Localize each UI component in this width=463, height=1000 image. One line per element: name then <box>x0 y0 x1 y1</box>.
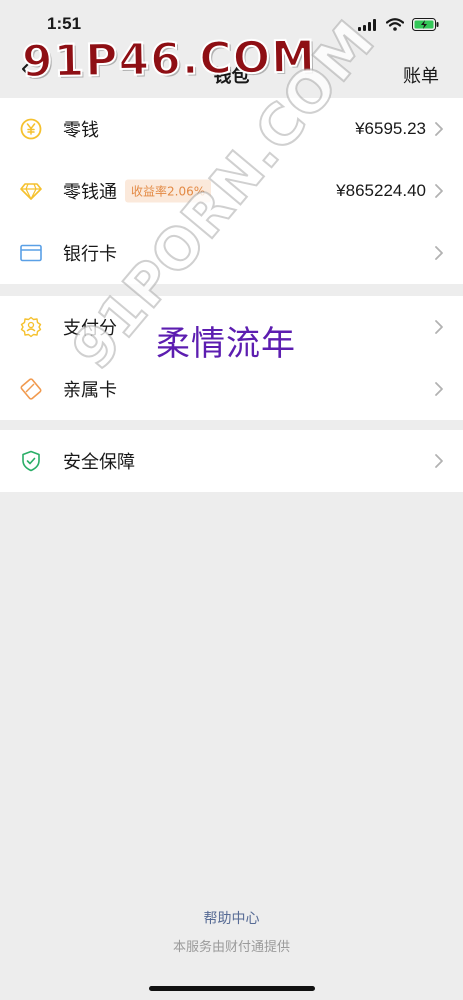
shield-icon <box>20 450 42 472</box>
help-center-link[interactable]: 帮助中心 <box>204 908 260 928</box>
wallet-item-label: 零钱 <box>63 120 99 141</box>
pay-score-icon <box>20 316 42 338</box>
wallet-item-security[interactable]: 安全保障 <box>0 430 463 492</box>
chevron-right-icon <box>433 244 445 262</box>
battery-charging-icon <box>412 16 439 35</box>
status-icons <box>358 16 439 35</box>
chevron-right-icon <box>433 452 445 470</box>
status-time: 1:51 <box>47 14 82 33</box>
chevron-right-icon <box>433 120 445 138</box>
wallet-item-label: 安全保障 <box>63 452 135 473</box>
wallet-item-label: 零钱通 <box>63 182 117 203</box>
home-indicator <box>149 986 315 991</box>
chevron-right-icon <box>433 380 445 398</box>
footer: 帮助中心 本服务由财付通提供 <box>0 908 463 955</box>
yuan-circle-icon <box>20 118 42 140</box>
diamond-icon <box>20 180 42 202</box>
wallet-item-value: ¥865224.40 <box>336 181 426 200</box>
overlay-caption: 柔情流年 <box>156 324 296 364</box>
wallet-item-family-card[interactable]: 亲属卡 <box>0 358 463 420</box>
provider-note: 本服务由财付通提供 <box>172 940 290 955</box>
chevron-right-icon <box>433 318 445 336</box>
bill-button[interactable]: 账单 <box>403 62 439 88</box>
watermark-top: 91P46.COM <box>21 30 318 88</box>
family-card-icon <box>20 378 42 400</box>
chevron-right-icon <box>433 182 445 200</box>
wifi-icon <box>385 16 405 35</box>
bank-card-icon <box>20 242 42 264</box>
wallet-item-label: 银行卡 <box>63 244 117 265</box>
wallet-item-value: ¥6595.23 <box>355 119 426 138</box>
wallet-group-security: 安全保障 <box>0 430 463 492</box>
